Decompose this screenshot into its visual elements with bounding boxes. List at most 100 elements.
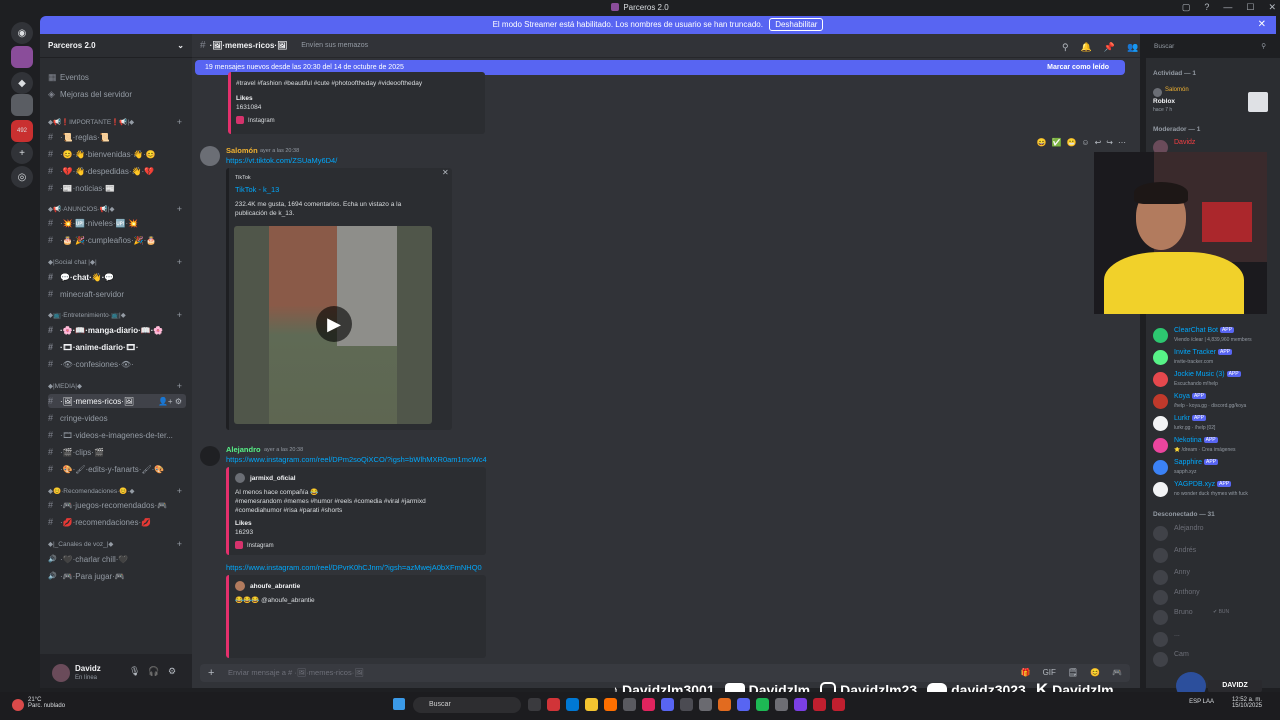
member-item[interactable]: ... <box>1153 630 1278 650</box>
avatar[interactable] <box>52 664 70 682</box>
channel-item[interactable]: # ·🌸·📖·manga-diario·📖·🌸 <box>48 323 186 337</box>
weather-widget[interactable]: 21°C Parc. nublado <box>28 697 65 709</box>
message-author[interactable]: Salomón <box>226 146 258 155</box>
member-item[interactable]: Lurkr APP lurkr.gg · /help [02] <box>1153 414 1278 434</box>
embed-author[interactable]: jarmixd_oficial <box>250 474 296 483</box>
add-channel-icon[interactable]: + <box>177 257 182 267</box>
channel-item[interactable]: # ·🎞·videos-e-imagenes-de-ter... <box>48 428 186 442</box>
message-link[interactable]: https://www.instagram.com/reel/DPvrK0hCJ… <box>226 563 482 572</box>
channel-item[interactable]: # ·🎞·anime-diario·🎞· <box>48 340 186 354</box>
member-item[interactable]: Koya APP/help - koya.gg · discord.gg/koya <box>1153 392 1278 412</box>
mark-as-read-button[interactable]: Marcar como leído <box>1047 60 1109 75</box>
channel-category[interactable]: ◆📢·ANUNCIOS·📢|◆ + <box>48 202 186 216</box>
help-icon[interactable]: ? <box>1204 2 1209 13</box>
member-item[interactable]: Sapphire APP sapph.xyz <box>1153 458 1278 478</box>
reaction-icon[interactable]: ✅ <box>1051 138 1061 147</box>
maximize-button[interactable]: ☐ <box>1246 2 1254 13</box>
channel-category[interactable]: ◆|MEDIA|◆ + <box>48 379 186 393</box>
microphone-icon[interactable]: 🎙 <box>129 666 140 677</box>
play-icon[interactable]: ▶ <box>316 306 352 342</box>
taskbar-app-icon[interactable] <box>623 698 636 711</box>
member-item[interactable]: Anny <box>1153 568 1278 588</box>
attach-plus-icon[interactable]: + <box>208 664 214 682</box>
channel-settings-icon[interactable]: 👤+ ⚙ <box>158 397 182 406</box>
remove-embed-icon[interactable]: ✕ <box>442 168 449 177</box>
threads-icon[interactable]: ⚲ <box>1062 42 1069 53</box>
add-channel-icon[interactable]: + <box>177 539 182 549</box>
add-channel-icon[interactable]: + <box>177 486 182 496</box>
channel-item[interactable]: # ·👁·confesiones·👁· <box>48 357 186 371</box>
taskbar-app-icon[interactable] <box>528 698 541 711</box>
channel-item[interactable]: # cringe-videos <box>48 411 186 425</box>
channel-item[interactable]: # ·💥·🆙·niveles·🆙·💥 <box>48 216 186 230</box>
reply-icon[interactable]: ↩ <box>1095 138 1102 147</box>
add-reaction-icon[interactable]: ☺ <box>1081 138 1089 147</box>
message-author[interactable]: Alejandro <box>226 445 261 454</box>
guild-header[interactable]: Parceros 2.0 ⌄ <box>40 34 192 58</box>
taskbar-app-icon[interactable] <box>699 698 712 711</box>
more-options-icon[interactable]: ⋯ <box>1118 138 1126 147</box>
avatar[interactable] <box>200 146 220 166</box>
channel-item[interactable]: # ·💔·👋·despedidas·👋·💔 <box>48 164 186 178</box>
disable-streamer-button[interactable]: Deshabilitar <box>769 18 824 31</box>
minimize-button[interactable]: — <box>1223 2 1232 13</box>
member-item[interactable]: Anthony <box>1153 588 1278 608</box>
channel-category[interactable]: ◆📢❗IMPORTANTE❗📢|◆ + <box>48 115 186 129</box>
member-item[interactable]: Cam <box>1153 650 1278 670</box>
forward-icon[interactable]: ↪ <box>1106 138 1113 147</box>
taskbar-app-icon[interactable] <box>680 698 693 711</box>
channel-item[interactable]: # ·🎨·🖌·edits-y-fanarts·🖌·🎨 <box>48 462 186 476</box>
add-channel-icon[interactable]: + <box>177 204 182 214</box>
reaction-icon[interactable]: 😄 <box>1037 138 1047 147</box>
channel-category[interactable]: ◆📺·Entretenimiento·📺|◆ + <box>48 308 186 322</box>
member-item[interactable]: Salomón Roblox hace 7 h <box>1153 86 1278 114</box>
settings-gear-icon[interactable]: ⚙ <box>168 666 176 677</box>
sidebar-item[interactable]: ◈ Mejoras del servidor <box>48 87 186 101</box>
avatar[interactable] <box>200 446 220 466</box>
channel-category[interactable]: ◆|_Canales de voz_|◆ + <box>48 537 186 551</box>
inbox-icon[interactable]: ▢ <box>1182 2 1191 13</box>
taskbar-app-icon[interactable] <box>547 698 560 711</box>
clock[interactable]: 12:52 a. m. 15/10/2025 <box>1232 697 1262 709</box>
banner-close-icon[interactable]: ✕ <box>1258 16 1266 34</box>
member-item[interactable]: Andrés <box>1153 546 1278 566</box>
composer-placeholder[interactable]: Enviar mensaje a # ·🖼·memes-ricos·🖼 <box>228 668 364 677</box>
channel-item[interactable]: # ·🎂·🎉·cumpleaños·🎉·🎂 <box>48 233 186 247</box>
taskbar-app-icon[interactable] <box>794 698 807 711</box>
taskbar-app-icon[interactable] <box>756 698 769 711</box>
language-indicator[interactable]: ESP LAA <box>1189 699 1214 705</box>
member-item[interactable]: Jockie Music (3) APP Escuchando m!help <box>1153 370 1278 390</box>
reaction-icon[interactable]: 😬 <box>1066 138 1076 147</box>
embed-source[interactable]: Instagram <box>236 116 275 124</box>
taskbar-app-icon[interactable] <box>718 698 731 711</box>
channel-topic[interactable]: Envíen sus memazos <box>301 42 368 49</box>
taskbar-app-icon[interactable] <box>775 698 788 711</box>
explore-icon[interactable]: ◎ <box>11 166 33 188</box>
taskbar-app-icon[interactable] <box>642 698 655 711</box>
embed-source[interactable]: Instagram <box>235 541 274 549</box>
embed-title[interactable]: TikTok - k_13 <box>235 185 279 194</box>
member-item[interactable]: ClearChat Bot APP Viendo /clear | 4,839,96… <box>1153 326 1278 346</box>
channel-item[interactable]: # ·🎬·clips·🎬 <box>48 445 186 459</box>
windows-start-icon[interactable] <box>393 698 405 710</box>
embed-author[interactable]: ahoufe_abrantie <box>250 582 300 591</box>
add-channel-icon[interactable]: + <box>177 310 182 320</box>
add-server-icon[interactable]: + <box>11 142 33 164</box>
message-link[interactable]: https://vt.tiktok.com/ZSUaMy6D4/ <box>226 156 337 165</box>
server-icon[interactable]: 492 <box>11 120 33 142</box>
taskbar-app-icon[interactable] <box>813 698 826 711</box>
sidebar-item[interactable]: ▦ Eventos <box>48 70 186 84</box>
headphones-icon[interactable]: 🎧 <box>148 666 159 677</box>
add-channel-icon[interactable]: + <box>177 381 182 391</box>
taskbar-app-icon[interactable] <box>737 698 750 711</box>
taskbar-search[interactable]: Buscar <box>413 697 521 713</box>
channel-item[interactable]: # ·📜·reglas·📜 <box>48 130 186 144</box>
member-item[interactable]: Invite Tracker APP invite-tracker.com <box>1153 348 1278 368</box>
channel-item[interactable]: # ·😊·👋·bienvenidas·👋·😊 <box>48 147 186 161</box>
server-icon[interactable]: ◆ <box>11 72 33 94</box>
server-icon[interactable] <box>11 94 33 116</box>
member-item[interactable]: Alejandro <box>1153 524 1278 544</box>
channel-item[interactable]: # ·🎮·juegos-recomendados·🎮 <box>48 498 186 512</box>
channel-item[interactable]: 🔊 ·🎮·Para jugar·🎮 <box>48 569 186 583</box>
notification-bell-icon[interactable]: 🔔 <box>1081 42 1092 53</box>
